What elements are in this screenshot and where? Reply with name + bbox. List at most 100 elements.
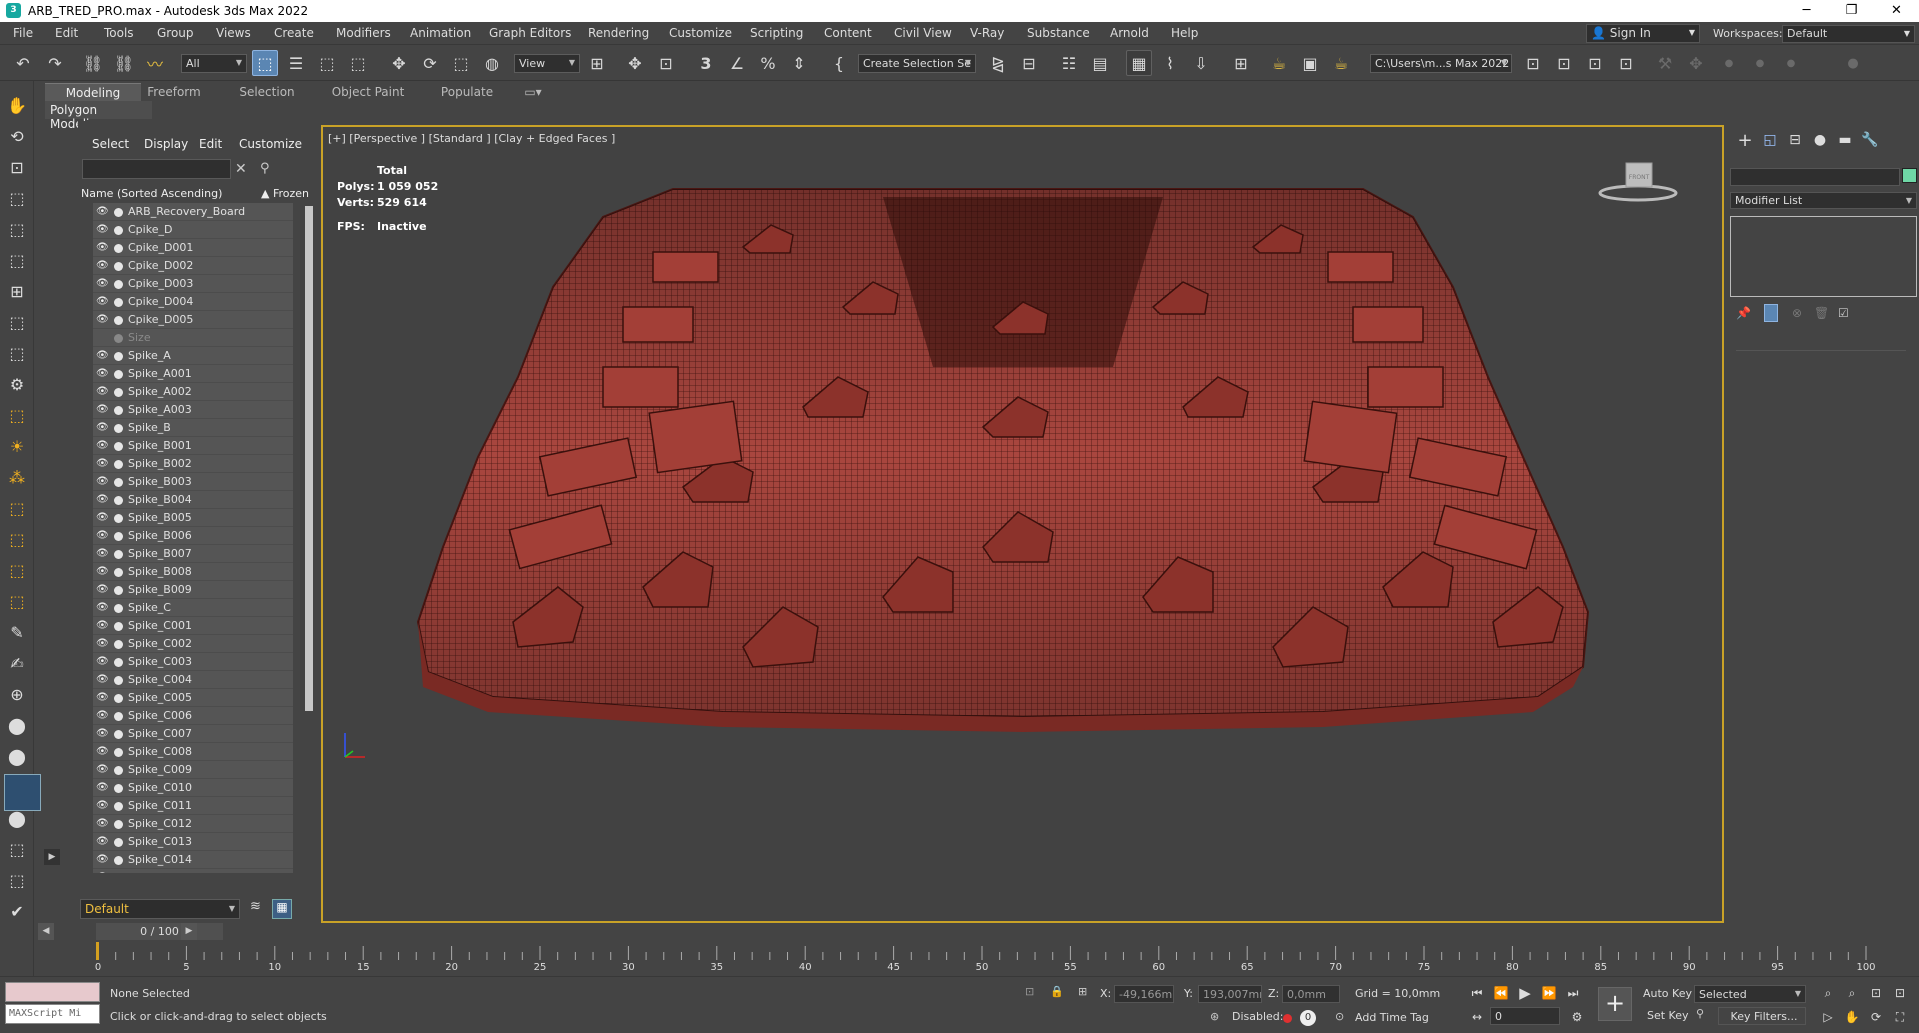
visibility-eye-icon[interactable]: 👁 [96,599,109,617]
zoom-icon[interactable]: ⌕ [1817,983,1839,1003]
globe-icon[interactable]: ☀ [5,434,29,458]
explorer-tab-customize[interactable]: Customize [239,137,302,151]
explorer-search-input[interactable] [82,159,231,179]
viewport-perspective[interactable]: [+] [Perspective ] [Standard ] [Clay + E… [321,125,1724,923]
next-frame-icon[interactable]: ▶ [181,923,197,940]
time-slider[interactable]: ◀ 0 / 100 ▶ [38,923,1919,940]
keyboard-shortcut-override-icon[interactable]: ⊡ [653,50,679,76]
spinner-snap-icon[interactable]: ⇕ [786,50,812,76]
z-coordinate-field[interactable]: 0,0mm [1282,985,1340,1003]
motion-tab-icon[interactable]: ● [1809,129,1831,151]
film-icon[interactable]: ⬚ [5,248,29,272]
visibility-eye-icon[interactable]: 👁 [96,311,109,329]
ribbon-tab-populate[interactable]: Populate [437,83,497,101]
visibility-eye-icon[interactable]: 👁 [96,527,109,545]
isolate-selection-icon[interactable]: ⊡ [1025,985,1034,1003]
scene-explorer-icon[interactable]: ▦ [272,899,292,919]
menu-civil-view[interactable]: Civil View [894,26,952,40]
polygon-modeling-panel[interactable]: Polygon Modeling [45,101,152,131]
add-time-tag-button[interactable]: Add Time Tag [1355,1011,1429,1029]
atom-icon[interactable]: ⁂ [5,465,29,489]
visibility-eye-icon[interactable]: 👁 [96,239,109,257]
visibility-eye-icon[interactable]: 👁 [96,725,109,743]
scene-object-row[interactable]: 👁 Spike_B001 [93,437,293,455]
menu-vray[interactable]: V-Ray [970,26,1004,40]
scene-object-row[interactable]: 👁 Spike_C012 [93,815,293,833]
make-unique-icon[interactable]: ⊗ [1792,306,1802,320]
visibility-eye-icon[interactable]: 👁 [96,275,109,293]
scene-object-row[interactable]: 👁 Spike_C005 [93,689,293,707]
column-name[interactable]: Name (Sorted Ascending) [81,187,222,200]
visibility-eye-icon[interactable]: 👁 [96,383,109,401]
unlink-icon[interactable]: ⛓ [111,50,137,76]
project-icon-b[interactable]: ⊡ [1551,50,1577,76]
scene-object-row[interactable]: Size [93,329,293,347]
visibility-eye-icon[interactable]: 👁 [96,617,109,635]
layer-explorer-toggle[interactable] [4,774,41,811]
time-slider-thumb[interactable]: 0 / 100 [96,923,223,940]
menu-substance[interactable]: Substance [1027,26,1090,40]
current-layer-dropdown[interactable]: Default ▼ [80,899,240,919]
absolute-mode-icon[interactable]: ⊞ [1078,985,1087,1003]
object-color-swatch[interactable] [1902,168,1917,183]
ribbon-tab-selection[interactable]: Selection [236,83,298,101]
menu-help[interactable]: Help [1171,26,1198,40]
remove-modifier-icon[interactable]: 🗑 [1814,306,1829,320]
scene-object-row[interactable]: 👁 Spike_C004 [93,671,293,689]
camera-icon[interactable]: ⬚ [5,217,29,241]
link-icon[interactable]: ⛓ [80,50,106,76]
align-icon[interactable]: ⊟ [1016,50,1042,76]
scene-object-row[interactable]: 👁 Spike_C011 [93,797,293,815]
sphere-gold-icon[interactable]: ⬚ [5,403,29,427]
rotate-view-icon[interactable]: ⟲ [5,124,29,148]
zoom-all-icon[interactable]: ⌕ [1841,983,1863,1003]
key-mode-dropdown[interactable]: Selected ▼ [1694,985,1806,1003]
maxscript-listener-output[interactable] [5,982,100,1002]
track-bar[interactable]: 0 5 10 15 20 25 30 35 40 45 50 55 60 65 70 75 80 85 90 95 10… [38,940,1919,970]
object-name-field[interactable] [1730,168,1900,186]
visibility-eye-icon[interactable]: 👁 [96,743,109,761]
menu-arnold[interactable]: Arnold [1110,26,1149,40]
sphere-icon[interactable]: ✍ [5,651,29,675]
gear-icon[interactable]: ⚙ [5,372,29,396]
menu-edit[interactable]: Edit [55,26,78,40]
sign-in-button[interactable]: 👤 Sign In ▼ [1586,24,1700,43]
clear-search-icon[interactable]: ✕ [235,161,247,177]
menu-views[interactable]: Views [216,26,251,40]
x-coordinate-field[interactable]: -49,166mm [1114,985,1174,1003]
time-configuration-icon[interactable]: ⚙ [1566,1007,1588,1027]
configure-sets-icon[interactable]: ☑ [1838,306,1849,320]
scene-object-row[interactable]: 👁 Spike_B005 [93,509,293,527]
modifier-list-dropdown[interactable]: Modifier List ▼ [1730,192,1917,209]
select-by-name-icon[interactable]: ☰ [283,50,309,76]
percent-snap-icon[interactable]: % [755,50,781,76]
placement-icon[interactable]: ◍ [479,50,505,76]
menu-file[interactable]: File [13,26,33,40]
scene-object-row[interactable]: 👁 Spike_C007 [93,725,293,743]
project-icon-a[interactable]: ⊡ [1520,50,1546,76]
explorer-column-header[interactable]: Name (Sorted Ascending) ▲ Frozen [81,187,311,201]
expand-arrow-icon[interactable]: ▶ [44,849,60,865]
mirror-icon[interactable]: ⧎ [985,50,1011,76]
visibility-eye-icon[interactable]: 👁 [96,419,109,437]
recovery-board-mesh[interactable] [323,127,1722,921]
visibility-eye-icon[interactable]: 👁 [96,401,109,419]
layers-icon[interactable]: ≋ [250,899,268,919]
maxscript-mini-listener[interactable]: MAXScript Mi [5,1004,100,1024]
explorer-tab-select[interactable]: Select [92,137,129,151]
toggle-scene-explorer-icon[interactable]: ▦ [1126,50,1152,76]
visibility-eye-icon[interactable]: 👁 [96,869,109,873]
scene-object-row[interactable]: 👁 Spike_B006 [93,527,293,545]
menu-customize[interactable]: Customize [669,26,732,40]
selection-lock-icon[interactable]: 🔒 [1050,985,1064,1003]
portrait-icon[interactable]: ⬚ [5,868,29,892]
scale-icon[interactable]: ⬚ [448,50,474,76]
visibility-eye-icon[interactable]: 👁 [96,815,109,833]
visibility-eye-icon[interactable]: 👁 [96,635,109,653]
menu-tools[interactable]: Tools [104,26,134,40]
visibility-eye-icon[interactable]: 👁 [96,707,109,725]
explorer-tab-display[interactable]: Display [144,137,188,151]
pin-stack-icon[interactable]: 📌 [1736,306,1751,320]
project-icon-c[interactable]: ⊡ [1582,50,1608,76]
maximize-button[interactable]: ❐ [1829,0,1874,22]
